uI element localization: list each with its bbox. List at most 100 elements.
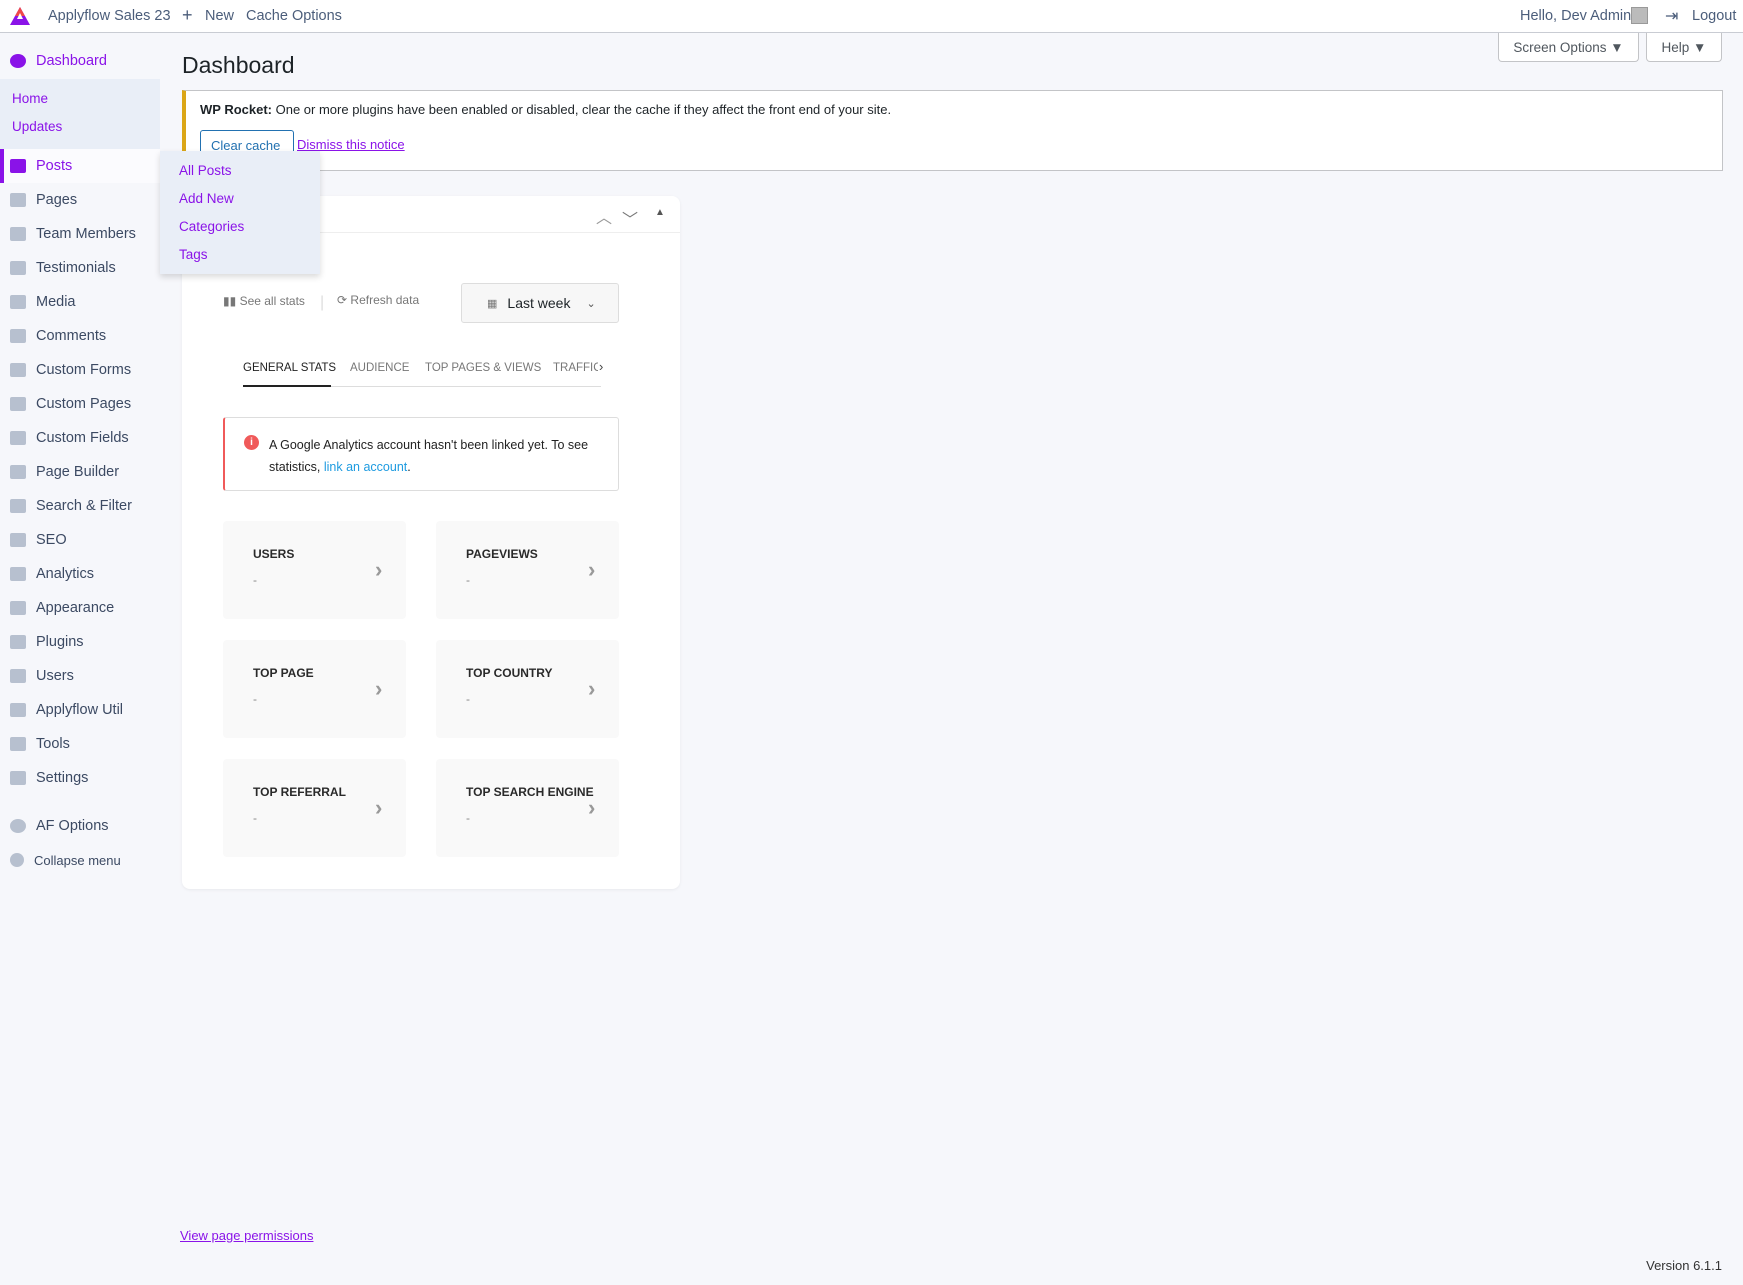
menu-icon bbox=[10, 737, 26, 751]
stat-title: TOP PAGE bbox=[253, 666, 314, 680]
menu-icon bbox=[10, 533, 26, 547]
chevron-right-icon: › bbox=[588, 676, 596, 701]
refresh-icon: ⟳ bbox=[337, 293, 348, 307]
stat-title: USERS bbox=[253, 547, 295, 561]
stat-card[interactable]: USERS - › bbox=[223, 521, 406, 619]
page-title: Dashboard bbox=[182, 52, 295, 78]
logout-icon: ⇥ bbox=[1665, 8, 1679, 25]
sidebar-item-dashboard[interactable]: Dashboard bbox=[0, 44, 160, 78]
tab-traffic[interactable]: TRAFFIC bbox=[553, 362, 598, 374]
menu-icon bbox=[10, 499, 26, 513]
account-link[interactable]: Hello, Dev Admin bbox=[1520, 8, 1631, 24]
screen-options-button[interactable]: Screen Options ▼ bbox=[1498, 33, 1639, 62]
help-button[interactable]: Help ▼ bbox=[1646, 33, 1722, 62]
flyout-categories[interactable]: Categories bbox=[179, 219, 244, 234]
sidebar-item-search-filter[interactable]: Search & Filter bbox=[0, 489, 160, 523]
menu-icon bbox=[10, 397, 26, 411]
sidebar-item-custom-fields[interactable]: Custom Fields bbox=[0, 421, 160, 455]
sidebar-item-label: Search & Filter bbox=[36, 498, 132, 514]
menu-icon bbox=[10, 295, 26, 309]
posts-flyout-menu: All Posts Add New Categories Tags bbox=[160, 151, 320, 274]
flyout-tags[interactable]: Tags bbox=[179, 247, 208, 262]
sidebar-item-label: Custom Fields bbox=[36, 430, 129, 446]
tab-general-stats[interactable]: GENERAL STATS bbox=[243, 362, 336, 374]
menu-icon bbox=[10, 635, 26, 649]
analytics-widget: ︿ ﹀ ▲ ▮▮ See all stats | ⟳ Refresh data … bbox=[182, 196, 680, 889]
sidebar-item-custom-pages[interactable]: Custom Pages bbox=[0, 387, 160, 421]
stat-title: TOP COUNTRY bbox=[466, 666, 553, 680]
move-up-icon[interactable]: ︿ bbox=[596, 204, 612, 228]
tab-top-pages[interactable]: TOP PAGES & VIEWS bbox=[425, 362, 541, 374]
sidebar-item-settings[interactable]: Settings bbox=[0, 761, 160, 795]
info-icon: i bbox=[244, 435, 259, 450]
menu-icon bbox=[10, 193, 26, 207]
plus-icon: + bbox=[182, 5, 193, 25]
chevron-down-icon: ⌄ bbox=[586, 297, 596, 310]
sidebar-item-label: Team Members bbox=[36, 226, 136, 242]
see-all-stats-link[interactable]: ▮▮ See all stats bbox=[223, 294, 305, 308]
stat-value: - bbox=[466, 811, 470, 825]
menu-icon bbox=[10, 771, 26, 785]
move-down-icon[interactable]: ﹀ bbox=[622, 206, 638, 230]
sidebar-item-seo[interactable]: SEO bbox=[0, 523, 160, 557]
tabs-scroll-right-icon[interactable]: › bbox=[599, 359, 603, 374]
sidebar-item-label: Posts bbox=[36, 158, 73, 174]
logout-link[interactable]: Logout bbox=[1692, 8, 1736, 24]
sidebar-item-analytics[interactable]: Analytics bbox=[0, 557, 160, 591]
date-range-select[interactable]: ▦ Last week ⌄ bbox=[461, 283, 619, 323]
link-account-link[interactable]: link an account bbox=[324, 460, 407, 474]
menu-icon bbox=[10, 669, 26, 683]
sidebar-item-label: Settings bbox=[36, 770, 89, 786]
new-link[interactable]: New bbox=[205, 8, 234, 24]
toggle-panel-icon[interactable]: ▲ bbox=[655, 207, 665, 218]
stat-card[interactable]: PAGEVIEWS - › bbox=[436, 521, 619, 619]
sidebar-item-users[interactable]: Users bbox=[0, 659, 160, 693]
analytics-alert: i A Google Analytics account hasn't been… bbox=[223, 417, 619, 491]
sidebar-item-page-builder[interactable]: Page Builder bbox=[0, 455, 160, 489]
stat-card[interactable]: TOP REFERRAL - › bbox=[223, 759, 406, 857]
avatar[interactable] bbox=[1631, 7, 1648, 24]
menu-icon bbox=[10, 227, 26, 241]
view-page-permissions-link[interactable]: View page permissions bbox=[180, 1228, 313, 1243]
sidebar-item-media[interactable]: Media bbox=[0, 285, 160, 319]
sidebar-item-plugins[interactable]: Plugins bbox=[0, 625, 160, 659]
sidebar-item-label: Custom Pages bbox=[36, 396, 132, 412]
submenu-updates[interactable]: Updates bbox=[12, 119, 62, 134]
stat-card[interactable]: TOP PAGE - › bbox=[223, 640, 406, 738]
sidebar-item-label: Tools bbox=[36, 736, 70, 752]
sidebar-item-label: Pages bbox=[36, 192, 78, 208]
flyout-all-posts[interactable]: All Posts bbox=[179, 163, 232, 178]
sidebar-item-label: Custom Forms bbox=[36, 362, 132, 378]
menu-icon bbox=[10, 329, 26, 343]
notice-text: WP Rocket: One or more plugins have been… bbox=[200, 102, 892, 117]
cache-options-link[interactable]: Cache Options bbox=[246, 8, 342, 24]
sidebar-item-label: Media bbox=[36, 294, 76, 310]
stat-card[interactable]: TOP SEARCH ENGINE - › bbox=[436, 759, 619, 857]
submenu-home[interactable]: Home bbox=[12, 91, 48, 106]
sidebar-item-applyflow-util[interactable]: Applyflow Util bbox=[0, 693, 160, 727]
sidebar-item-appearance[interactable]: Appearance bbox=[0, 591, 160, 625]
menu-icon bbox=[10, 363, 26, 377]
dismiss-notice-link[interactable]: Dismiss this notice bbox=[297, 137, 405, 152]
applyflow-logo-icon[interactable] bbox=[9, 6, 31, 26]
sidebar-item-tools[interactable]: Tools bbox=[0, 727, 160, 761]
refresh-data-link[interactable]: ⟳ Refresh data bbox=[337, 293, 419, 307]
sidebar-item-testimonials[interactable]: Testimonials bbox=[0, 251, 160, 285]
sidebar-item-af-options[interactable]: AF Options bbox=[0, 809, 160, 843]
menu-icon bbox=[10, 703, 26, 717]
flyout-add-new[interactable]: Add New bbox=[179, 191, 234, 206]
collapse-menu-button[interactable]: Collapse menu bbox=[0, 843, 160, 877]
sidebar-item-team-members[interactable]: Team Members bbox=[0, 217, 160, 251]
sidebar-item-custom-forms[interactable]: Custom Forms bbox=[0, 353, 160, 387]
dashboard-icon bbox=[10, 54, 26, 68]
sidebar-item-posts[interactable]: Posts bbox=[0, 149, 160, 183]
stat-value: - bbox=[253, 811, 257, 825]
sidebar-item-comments[interactable]: Comments bbox=[0, 319, 160, 353]
gear-icon bbox=[10, 819, 26, 833]
sidebar-item-pages[interactable]: Pages bbox=[0, 183, 160, 217]
site-name-link[interactable]: Applyflow Sales 23 bbox=[48, 8, 171, 24]
chevron-right-icon: › bbox=[588, 795, 596, 820]
tab-audience[interactable]: AUDIENCE bbox=[350, 362, 409, 374]
chevron-right-icon: › bbox=[588, 557, 596, 582]
stat-card[interactable]: TOP COUNTRY - › bbox=[436, 640, 619, 738]
